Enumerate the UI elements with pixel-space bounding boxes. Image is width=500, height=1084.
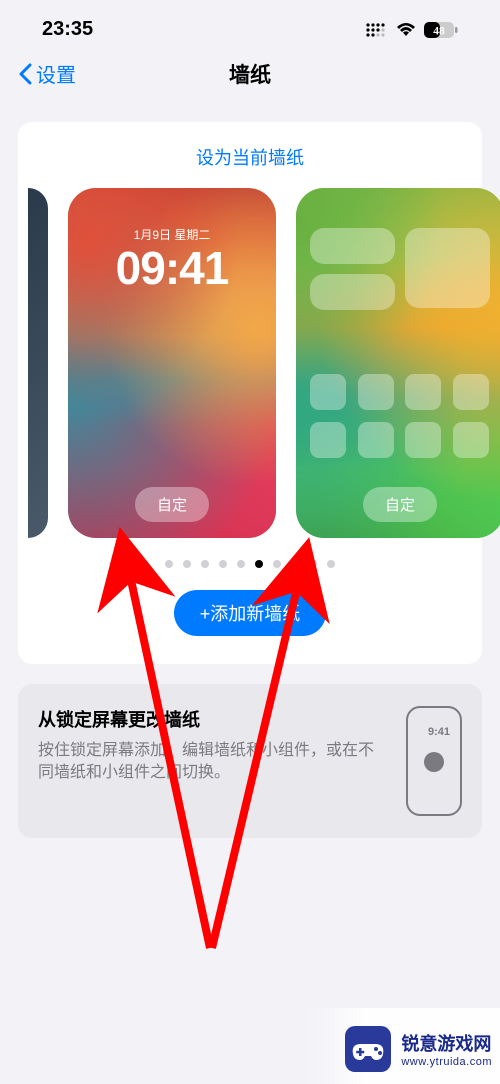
app-icon [453, 422, 489, 458]
dot[interactable] [237, 560, 245, 568]
app-icon [405, 422, 441, 458]
dot[interactable] [183, 560, 191, 568]
app-icon [358, 374, 394, 410]
dot[interactable] [201, 560, 209, 568]
help-title: 从锁定屏幕更改墙纸 [38, 706, 388, 732]
watermark-url: www.ytruida.com [401, 1056, 492, 1068]
help-text: 从锁定屏幕更改墙纸 按住锁定屏幕添加、编辑墙纸和小组件，或在不同墙纸和小组件之间… [38, 706, 388, 816]
lock-time: 09:41 [68, 245, 276, 291]
dot-active[interactable] [255, 560, 263, 568]
nav-bar: 设置 墙纸 [0, 47, 500, 104]
status-bar: 23:35 48 [0, 0, 500, 47]
battery-icon: 48 [424, 22, 458, 38]
phone-illustration-time: 9:41 [428, 726, 450, 738]
back-button[interactable]: 设置 [18, 59, 76, 88]
app-icon [405, 374, 441, 410]
wallpaper-card: 设为当前墙纸 1月9日 星期二 09:41 自定 [18, 122, 482, 664]
dot[interactable] [273, 560, 281, 568]
lock-date: 1月9日 星期二 [68, 226, 276, 243]
app-icon [453, 374, 489, 410]
widget-small [310, 228, 395, 264]
dot[interactable] [327, 560, 335, 568]
app-icon [310, 374, 346, 410]
preview-prev-peek[interactable] [28, 188, 48, 538]
help-description: 按住锁定屏幕添加、编辑墙纸和小组件，或在不同墙纸和小组件之间切换。 [38, 740, 388, 785]
watermark-name: 锐意游戏网 [401, 1030, 492, 1056]
wallpaper-carousel[interactable]: 1月9日 星期二 09:41 自定 自定 [18, 188, 482, 538]
preview-home[interactable]: 自定 [296, 188, 500, 538]
dot[interactable] [219, 560, 227, 568]
home-widgets [310, 228, 490, 310]
set-current-button[interactable]: 设为当前墙纸 [18, 144, 482, 170]
lock-info: 1月9日 星期二 09:41 [68, 226, 276, 291]
home-icon-grid [310, 374, 490, 458]
phone-illustration-dot [424, 752, 444, 772]
page-dots[interactable] [18, 560, 482, 568]
customize-lock-button[interactable]: 自定 [135, 487, 209, 522]
widget-large [405, 228, 490, 308]
add-wallpaper-button[interactable]: +添加新墙纸 [174, 590, 327, 636]
help-card: 从锁定屏幕更改墙纸 按住锁定屏幕添加、编辑墙纸和小组件，或在不同墙纸和小组件之间… [18, 684, 482, 838]
wifi-icon [396, 23, 416, 37]
watermark: 锐意游戏网 www.ytruida.com [305, 1008, 500, 1084]
dot[interactable] [309, 560, 317, 568]
watermark-text: 锐意游戏网 www.ytruida.com [401, 1030, 492, 1068]
app-icon [310, 422, 346, 458]
chevron-left-icon [18, 63, 32, 85]
status-time: 23:35 [42, 18, 93, 41]
phone-illustration-icon: 9:41 [406, 706, 462, 816]
battery-level: 48 [433, 25, 445, 37]
back-label: 设置 [36, 59, 76, 88]
widget-small [310, 274, 395, 310]
page-title: 墙纸 [229, 59, 271, 89]
app-icon [358, 422, 394, 458]
status-right: 48 [366, 22, 458, 38]
dot[interactable] [291, 560, 299, 568]
dot[interactable] [165, 560, 173, 568]
signal-icon [366, 23, 388, 37]
preview-lockscreen[interactable]: 1月9日 星期二 09:41 自定 [68, 188, 276, 538]
watermark-logo-icon [345, 1026, 391, 1072]
customize-home-button[interactable]: 自定 [363, 487, 437, 522]
